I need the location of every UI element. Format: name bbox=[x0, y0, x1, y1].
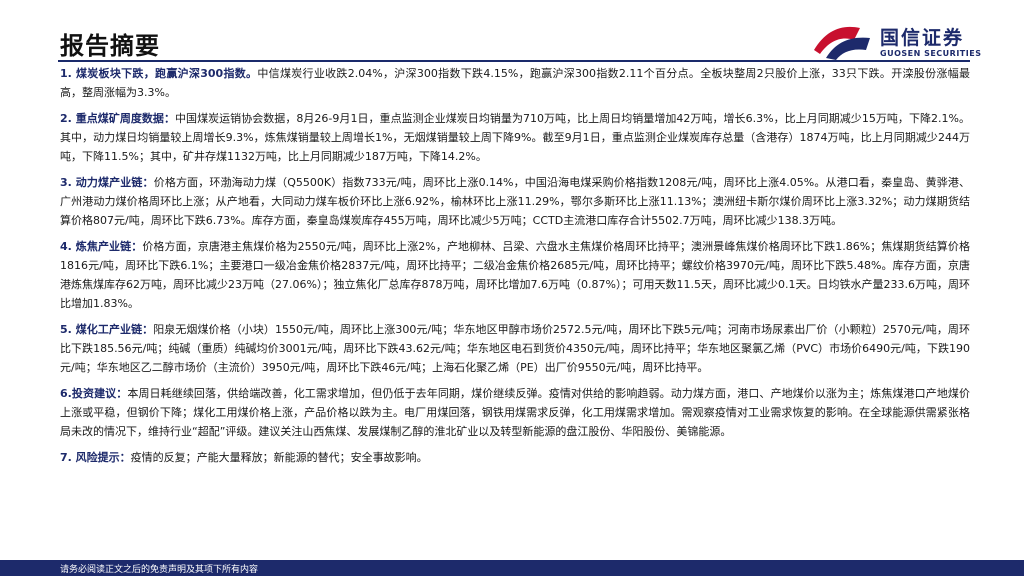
paragraph-text: 价格方面，京唐港主焦煤价格为2550元/吨，周环比上涨2%，产地柳林、吕梁、六盘… bbox=[60, 240, 970, 310]
footer-disclaimer: 请务必阅读正文之后的免责声明及其项下所有内容 bbox=[60, 565, 259, 575]
paragraph-lead: 3. 动力煤产业链： bbox=[60, 176, 154, 189]
paragraph-text: 中国煤炭运销协会数据，8月26-9月1日，重点监测企业煤炭日均销量为710万吨，… bbox=[60, 112, 970, 163]
paragraph-lead: 1. 煤炭板块下跌，跑赢沪深300指数。 bbox=[60, 67, 258, 80]
summary-paragraph-6: 6.投资建议：本周日耗继续回落，供给端改善，化工需求增加，但仍低于去年同期，煤价… bbox=[60, 384, 970, 441]
summary-paragraph-1: 1. 煤炭板块下跌，跑赢沪深300指数。中信煤炭行业收跌2.04%，沪深300指… bbox=[60, 64, 970, 102]
paragraph-text: 阳泉无烟煤价格（小块）1550元/吨，周环比上涨300元/吨；华东地区甲醇市场价… bbox=[60, 323, 970, 374]
page-title: 报告摘要 bbox=[60, 32, 160, 60]
summary-paragraph-4: 4. 炼焦产业链：价格方面，京唐港主焦煤价格为2550元/吨，周环比上涨2%，产… bbox=[60, 237, 970, 313]
summary-paragraph-5: 5. 煤化工产业链：阳泉无烟煤价格（小块）1550元/吨，周环比上涨300元/吨… bbox=[60, 320, 970, 377]
paragraph-text: 疫情的反复；产能大量释放；新能源的替代；安全事故影响。 bbox=[130, 451, 428, 464]
summary-paragraph-2: 2. 重点煤矿周度数据：中国煤炭运销协会数据，8月26-9月1日，重点监测企业煤… bbox=[60, 109, 970, 166]
paragraph-text: 本周日耗继续回落，供给端改善，化工需求增加，但仍低于去年同期，煤价继续反弹。疫情… bbox=[60, 387, 970, 438]
summary-paragraph-3: 3. 动力煤产业链：价格方面，环渤海动力煤（Q5500K）指数733元/吨，周环… bbox=[60, 173, 970, 230]
company-logo: 国信证券 GUOSEN SECURITIES bbox=[812, 20, 982, 62]
summary-content: 1. 煤炭板块下跌，跑赢沪深300指数。中信煤炭行业收跌2.04%，沪深300指… bbox=[60, 64, 970, 474]
footer-bar: 请务必阅读正文之后的免责声明及其项下所有内容 bbox=[0, 560, 1024, 576]
summary-paragraph-7: 7. 风险提示：疫情的反复；产能大量释放；新能源的替代；安全事故影响。 bbox=[60, 448, 970, 467]
paragraph-lead: 2. 重点煤矿周度数据： bbox=[60, 112, 175, 125]
paragraph-lead: 6.投资建议： bbox=[60, 387, 128, 400]
paragraph-text: 价格方面，环渤海动力煤（Q5500K）指数733元/吨，周环比上涨0.14%，中… bbox=[60, 176, 970, 227]
paragraph-lead: 4. 炼焦产业链： bbox=[60, 240, 143, 253]
logo-mark-icon bbox=[814, 26, 870, 60]
paragraph-lead: 7. 风险提示： bbox=[60, 451, 131, 464]
logo-name-en: GUOSEN SECURITIES bbox=[880, 49, 982, 58]
logo-name-cn: 国信证券 bbox=[880, 27, 965, 49]
paragraph-lead: 5. 煤化工产业链： bbox=[60, 323, 154, 336]
